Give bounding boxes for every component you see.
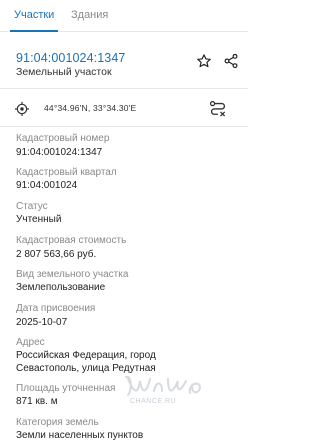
cadastral-number-title: 91:04:001024:1347	[16, 51, 126, 65]
crosshair-target-icon[interactable]	[14, 101, 30, 117]
divider	[0, 126, 248, 127]
field-value-land-category: Земли населенных пунктов	[16, 430, 144, 441]
field-value-land-type: Землепользование	[16, 282, 106, 293]
tab-buildings[interactable]: Здания	[71, 8, 108, 22]
field-value-status: Учтенный	[16, 214, 62, 225]
tab-parcels[interactable]: Участки	[14, 8, 54, 22]
active-tab-indicator	[10, 30, 58, 32]
field-value-cadastral-quarter: 91:04:001024	[16, 180, 78, 191]
watermark-text: CHANCE.RU	[130, 398, 177, 405]
field-value-cadastral-number: 91:04:001024:1347	[16, 147, 103, 158]
field-label-status: Статус	[16, 201, 48, 212]
coordinates-text: 44°34.96'N, 33°34.30'E	[44, 103, 137, 113]
field-value-assignment-date: 2025-10-07	[16, 317, 68, 328]
field-label-assignment-date: Дата присвоения	[16, 303, 96, 314]
route-icon[interactable]	[208, 99, 228, 119]
field-label-cadastral-number: Кадастровый номер	[16, 133, 110, 144]
field-label-land-type: Вид земельного участка	[16, 269, 129, 280]
field-label-area: Площадь уточненная	[16, 383, 116, 394]
divider	[0, 88, 248, 89]
field-label-land-category: Категория земель	[16, 417, 99, 428]
watermark-logo	[125, 375, 202, 396]
field-value-address-line1: Российская Федерация, город	[16, 350, 156, 361]
field-label-cadastral-quarter: Кадастровый квартал	[16, 167, 117, 178]
field-label-address: Адрес	[16, 337, 45, 348]
field-value-area: 871 кв. м	[16, 396, 58, 407]
field-label-cadastral-value: Кадастровая стоимость	[16, 235, 127, 246]
object-type-subtitle: Земельный участок	[16, 66, 112, 78]
tab-bar: Участки Здания	[0, 0, 248, 32]
field-value-cadastral-value: 2 807 563,66 руб.	[16, 249, 97, 260]
star-icon[interactable]	[196, 53, 212, 69]
share-icon[interactable]	[223, 53, 239, 69]
